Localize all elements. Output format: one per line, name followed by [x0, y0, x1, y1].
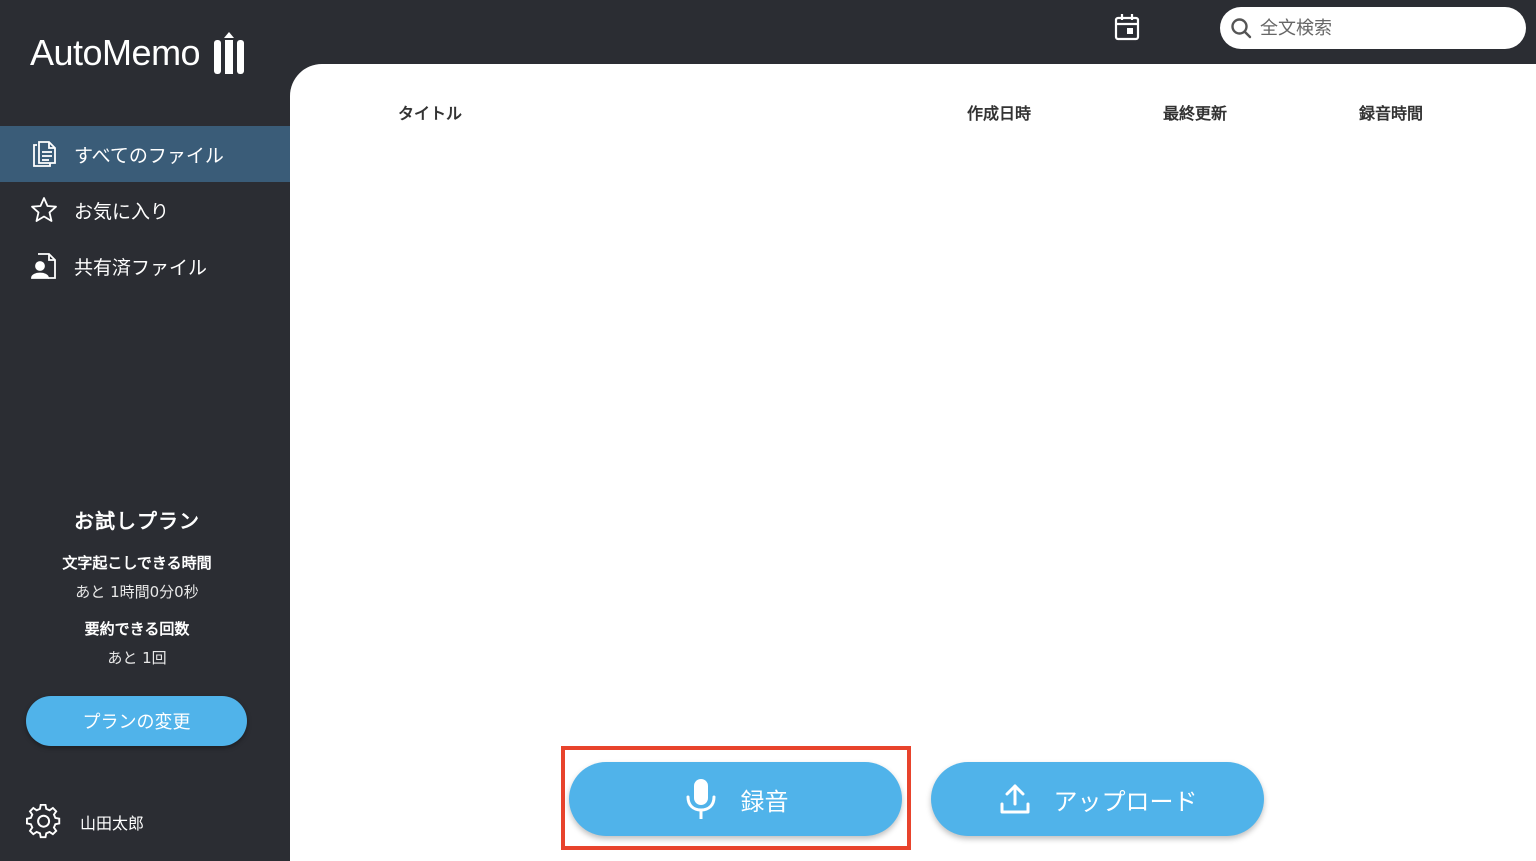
- app-name: AutoMemo: [30, 32, 201, 73]
- files-icon: [33, 141, 56, 167]
- user-settings[interactable]: 山田太郎: [26, 804, 144, 840]
- calendar-icon[interactable]: [1112, 12, 1142, 42]
- sidebar-item-all-files[interactable]: すべてのファイル: [0, 126, 290, 182]
- column-header-title[interactable]: タイトル: [398, 100, 462, 124]
- microphone-icon: [686, 779, 715, 819]
- record-button[interactable]: 録音: [569, 762, 902, 836]
- star-icon: [31, 197, 57, 222]
- sidebar: AutoMemo すべてのファイル お気に入り 共有済ファイル お試しプラン 文…: [0, 0, 290, 861]
- search-box[interactable]: [1220, 7, 1526, 49]
- summary-label: 要約できる回数: [84, 620, 190, 638]
- search-input[interactable]: [1260, 17, 1510, 39]
- record-button-label: 録音: [740, 787, 789, 816]
- transcription-label: 文字起こしできる時間: [62, 554, 212, 572]
- gear-icon[interactable]: [26, 804, 62, 840]
- sidebar-item-label: 共有済ファイル: [74, 256, 208, 279]
- upload-button-label: アップロード: [1053, 787, 1198, 816]
- summary-remaining: あと 1回: [107, 649, 167, 667]
- user-name: 山田太郎: [80, 814, 145, 833]
- change-plan-button[interactable]: プランの変更: [26, 696, 247, 746]
- column-header-duration[interactable]: 録音時間: [1359, 100, 1423, 124]
- column-header-created[interactable]: 作成日時: [967, 100, 1031, 124]
- shared-file-icon: [31, 253, 56, 279]
- sidebar-nav: すべてのファイル お気に入り 共有済ファイル: [0, 126, 290, 294]
- sidebar-item-label: すべてのファイル: [74, 144, 224, 167]
- pencil-logo-icon: [214, 32, 245, 74]
- column-header-updated[interactable]: 最終更新: [1163, 100, 1227, 124]
- transcription-remaining: あと 1時間0分0秒: [75, 583, 199, 601]
- sidebar-item-label: お気に入り: [74, 200, 170, 223]
- app-logo[interactable]: AutoMemo: [30, 30, 246, 76]
- upload-icon: [1000, 784, 1029, 814]
- sidebar-item-shared[interactable]: 共有済ファイル: [0, 238, 290, 294]
- plan-title: お試しプラン: [74, 509, 200, 533]
- upload-button[interactable]: アップロード: [931, 762, 1264, 836]
- sidebar-item-favorites[interactable]: お気に入り: [0, 182, 290, 238]
- plan-info: お試しプラン 文字起こしできる時間 あと 1時間0分0秒 要約できる回数 あと …: [0, 505, 274, 684]
- file-list-panel: タイトル 作成日時 最終更新 録音時間 録音 アップロード: [290, 64, 1536, 861]
- search-icon: [1231, 18, 1252, 39]
